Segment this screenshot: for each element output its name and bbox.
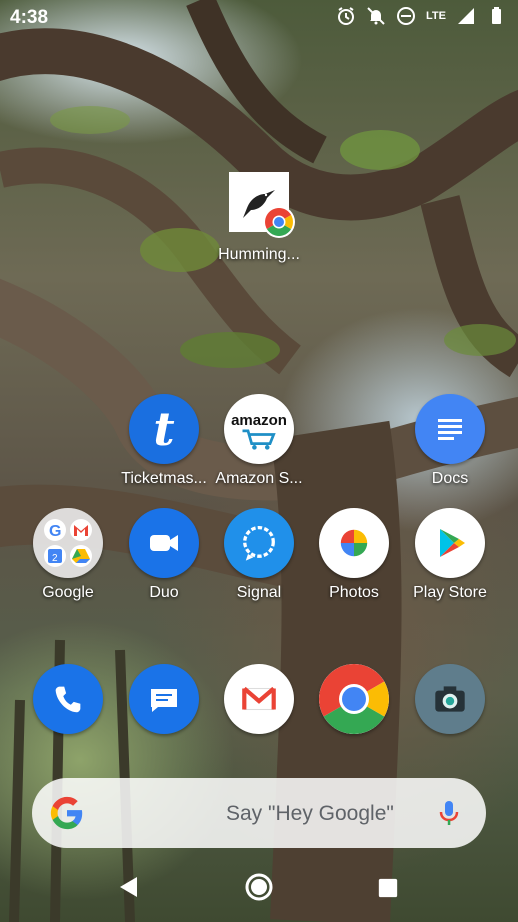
hummingbird-icon — [229, 172, 295, 238]
navigation-bar — [0, 860, 518, 922]
overview-icon[interactable] — [377, 877, 399, 899]
dock-phone[interactable] — [18, 664, 118, 734]
google-g-icon — [50, 796, 83, 830]
dock-camera[interactable] — [400, 664, 500, 734]
app-signal[interactable]: Signal — [209, 508, 309, 602]
network-type-label: LTE — [426, 9, 446, 22]
app-label: Duo — [149, 584, 179, 601]
back-icon[interactable] — [117, 875, 141, 899]
status-icons: LTE — [336, 6, 506, 26]
notifications-off-icon — [367, 7, 385, 25]
hummingbird-label: Humming... — [218, 246, 300, 263]
camera-icon — [415, 664, 485, 734]
app-label: Play Store — [413, 584, 487, 601]
microphone-icon[interactable] — [434, 798, 464, 828]
play-store-icon — [415, 508, 485, 578]
app-duo[interactable]: Duo — [114, 508, 214, 602]
app-label: Ticketmas... — [121, 470, 207, 487]
app-google-folder[interactable]: G 2 Google — [18, 508, 118, 602]
app-label: Signal — [236, 584, 282, 601]
ticketmaster-icon: t — [129, 394, 199, 464]
google-folder-icon: G 2 — [33, 508, 103, 578]
app-amazon-shopping[interactable]: amazon Amazon S... — [209, 394, 309, 488]
dock-chrome[interactable] — [304, 664, 404, 734]
app-label: Google — [42, 584, 94, 601]
app-photos[interactable]: Photos — [304, 508, 404, 602]
battery-icon — [492, 7, 501, 24]
search-hint: Say "Hey Google" — [226, 802, 394, 825]
svg-text:2: 2 — [52, 553, 58, 564]
app-ticketmaster[interactable]: t Ticketmas... — [114, 394, 214, 488]
app-docs[interactable]: Docs — [400, 394, 500, 488]
chrome-icon — [319, 664, 389, 734]
chrome-badge-icon — [263, 206, 295, 238]
photos-icon — [319, 508, 389, 578]
phone-icon — [33, 664, 103, 734]
home-icon[interactable] — [244, 872, 274, 902]
gmail-icon — [224, 664, 294, 734]
signal-strength-icon — [458, 8, 474, 24]
status-time: 4:38 — [10, 7, 49, 28]
messages-icon — [129, 664, 199, 734]
signal-icon — [224, 508, 294, 578]
app-label: Amazon S... — [215, 470, 303, 487]
google-search-bar[interactable]: Say "Hey Google" — [32, 778, 486, 848]
dock-messages[interactable] — [114, 664, 214, 734]
alarm-icon — [338, 7, 355, 25]
app-play-store[interactable]: Play Store — [400, 508, 500, 602]
status-bar: 4:38 LTE — [0, 0, 518, 36]
app-label: Photos — [329, 584, 379, 601]
duo-icon — [129, 508, 199, 578]
dock-gmail[interactable] — [209, 664, 309, 734]
docs-icon — [415, 394, 485, 464]
app-label: Docs — [431, 470, 469, 487]
hummingbird-shortcut[interactable]: Humming... — [209, 172, 309, 264]
svg-text:G: G — [49, 523, 61, 540]
amazon-shopping-icon: amazon — [224, 394, 294, 464]
do-not-disturb-icon — [397, 7, 416, 25]
